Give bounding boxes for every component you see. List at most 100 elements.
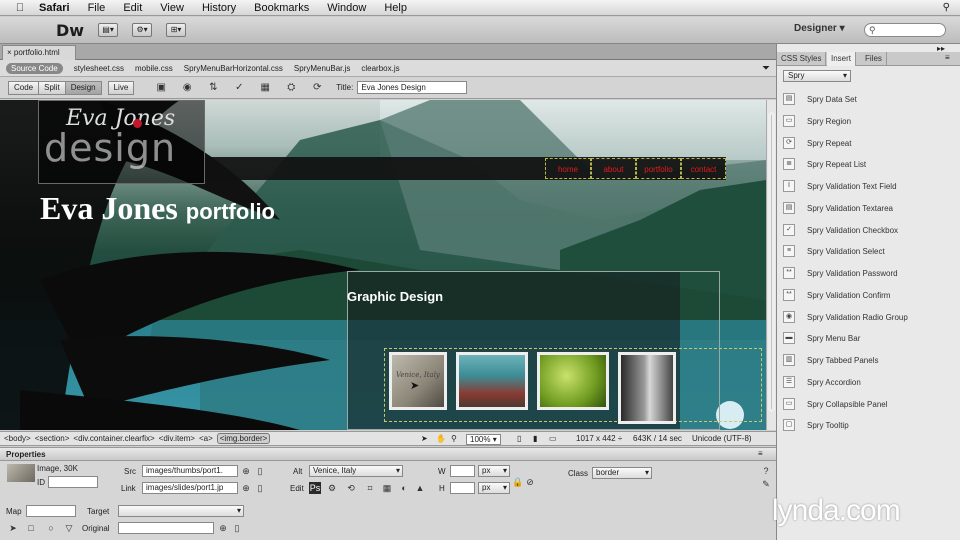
- w3c-validation-icon[interactable]: ✓: [230, 81, 248, 95]
- layout-menu-button[interactable]: ▤▾: [98, 23, 119, 37]
- insert-item-spry-menu-bar[interactable]: ▬ Spry Menu Bar: [783, 329, 955, 347]
- insert-item-spry-data-set[interactable]: ▤ Spry Data Set: [783, 90, 955, 108]
- site-menu-button[interactable]: ⊞▾: [166, 23, 187, 37]
- menu-history[interactable]: History: [193, 2, 245, 14]
- tablet-size-icon[interactable]: ▮: [533, 434, 537, 443]
- nav-portfolio[interactable]: portfolio: [636, 158, 681, 179]
- browse-link-icon[interactable]: ▯: [254, 482, 266, 494]
- insert-item-spry-validation-password[interactable]: ** Spry Validation Password: [783, 264, 955, 282]
- zoom-select[interactable]: 100% ▾: [466, 434, 501, 445]
- insert-category-select[interactable]: Spry: [783, 70, 851, 82]
- insert-item-spry-validation-checkbox[interactable]: ✓ Spry Validation Checkbox: [783, 221, 955, 239]
- insert-item-spry-repeat[interactable]: ⟳ Spry Repeat: [783, 134, 955, 152]
- point-to-original-icon[interactable]: ⊕: [217, 522, 229, 534]
- insert-item-spry-validation-text-field[interactable]: I Spry Validation Text Field: [783, 177, 955, 195]
- spotlight-icon[interactable]: ⚲: [943, 2, 950, 13]
- tag-a[interactable]: <a>: [199, 434, 213, 443]
- rect-hotspot-icon[interactable]: □: [25, 522, 37, 534]
- map-input[interactable]: [26, 505, 76, 517]
- browse-original-icon[interactable]: ▯: [231, 522, 243, 534]
- tag-section[interactable]: <section>: [35, 434, 70, 443]
- code-view-button[interactable]: Code: [8, 80, 40, 95]
- brightness-contrast-icon[interactable]: ◐: [398, 482, 410, 494]
- scrollbar-thumb[interactable]: [768, 112, 775, 412]
- lock-icon[interactable]: 🔒: [512, 476, 524, 488]
- tag-div-item[interactable]: <div.item>: [159, 434, 195, 443]
- menu-help[interactable]: Help: [375, 2, 416, 14]
- circle-hotspot-icon[interactable]: ○: [45, 522, 57, 534]
- resample-icon[interactable]: ▦: [381, 482, 393, 494]
- insert-item-spry-tabbed-panels[interactable]: ▥ Spry Tabbed Panels: [783, 351, 955, 369]
- menu-view[interactable]: View: [151, 2, 193, 14]
- src-input[interactable]: images/thumbs/port1.: [142, 465, 238, 477]
- panel-options-icon[interactable]: ≡: [945, 53, 950, 62]
- menu-file[interactable]: File: [79, 2, 115, 14]
- tag-img-border[interactable]: <img.border>: [216, 433, 271, 444]
- preview-browser-icon[interactable]: ◉: [178, 81, 196, 95]
- related-file-mobile[interactable]: mobile.css: [135, 64, 173, 73]
- document-title-input[interactable]: Eva Jones Design: [357, 81, 468, 94]
- width-input[interactable]: [450, 465, 475, 477]
- insert-item-spry-tooltip[interactable]: ▢ Spry Tooltip: [783, 416, 955, 434]
- desktop-size-icon[interactable]: ▭: [549, 434, 557, 443]
- insert-item-spry-validation-radio-group[interactable]: ◉ Spry Validation Radio Group: [783, 308, 955, 326]
- insert-item-spry-validation-textarea[interactable]: ▤ Spry Validation Textarea: [783, 199, 955, 217]
- visual-aids-icon[interactable]: ▦: [256, 81, 274, 95]
- zoom-tool-icon[interactable]: ⚲: [451, 434, 457, 443]
- related-file-source-code[interactable]: Source Code: [6, 62, 63, 74]
- close-icon[interactable]: ×: [7, 48, 12, 57]
- id-input[interactable]: [48, 476, 98, 488]
- filter-icon[interactable]: ⏷: [762, 63, 770, 74]
- thumbnail-boats[interactable]: [456, 352, 528, 410]
- mobile-size-icon[interactable]: ▯: [517, 434, 521, 443]
- insert-item-spry-validation-confirm[interactable]: ** Spry Validation Confirm: [783, 286, 955, 304]
- insert-item-spry-validation-select[interactable]: ≡ Spry Validation Select: [783, 242, 955, 260]
- apple-icon[interactable]: : [10, 2, 30, 14]
- live-view-button[interactable]: Live: [107, 80, 135, 95]
- height-input[interactable]: [450, 482, 475, 494]
- height-unit-select[interactable]: px: [478, 482, 510, 494]
- width-unit-select[interactable]: px: [478, 465, 510, 477]
- polygon-hotspot-icon[interactable]: ▽: [63, 522, 75, 534]
- point-to-file-icon[interactable]: ⊕: [240, 465, 252, 477]
- photoshop-edit-icon[interactable]: Ps: [309, 482, 321, 494]
- browser-compat-icon[interactable]: ⛭: [282, 81, 300, 95]
- browse-folder-icon[interactable]: ▯: [254, 465, 266, 477]
- related-file-stylesheet[interactable]: stylesheet.css: [74, 64, 124, 73]
- related-file-sprymenubar-css[interactable]: SpryMenuBarHorizontal.css: [184, 64, 283, 73]
- original-input[interactable]: [118, 522, 214, 534]
- tag-div-container[interactable]: <div.container.clearfix>: [73, 434, 154, 443]
- hand-tool-icon[interactable]: ✋: [436, 434, 446, 443]
- link-input[interactable]: images/slides/port1.jp: [142, 482, 238, 494]
- menu-edit[interactable]: Edit: [114, 2, 151, 14]
- menu-app-safari[interactable]: Safari: [30, 2, 79, 14]
- refresh-icon[interactable]: ⟳: [308, 81, 326, 95]
- tab-files[interactable]: Files: [861, 52, 887, 66]
- thumbnail-waterfall[interactable]: [618, 352, 676, 424]
- tab-css-styles[interactable]: CSS Styles: [777, 52, 827, 66]
- insert-item-spry-region[interactable]: ▭ Spry Region: [783, 112, 955, 130]
- extend-menu-button[interactable]: ⚙▾: [132, 23, 153, 37]
- insert-item-spry-repeat-list[interactable]: ≣ Spry Repeat List: [783, 155, 955, 173]
- panel-menu-icon[interactable]: ≡: [758, 449, 763, 458]
- help-search-input[interactable]: ⚲: [864, 23, 946, 37]
- nav-about[interactable]: about: [591, 158, 636, 179]
- design-view-button[interactable]: Design: [65, 80, 102, 95]
- window-size[interactable]: 1017 x 442 ÷: [576, 434, 622, 443]
- update-from-original-icon[interactable]: ⟲: [345, 482, 357, 494]
- point-to-link-icon[interactable]: ⊕: [240, 482, 252, 494]
- thumbnail-leaves[interactable]: [537, 352, 609, 410]
- sharpen-icon[interactable]: ▲: [414, 482, 426, 494]
- multiscreen-icon[interactable]: ▣: [152, 81, 170, 95]
- file-management-icon[interactable]: ⇅: [204, 81, 222, 95]
- target-select[interactable]: [118, 505, 244, 517]
- design-view-canvas[interactable]: home about portfolio contact Eva Jones d…: [0, 100, 766, 430]
- pointer-hotspot-icon[interactable]: ➤: [7, 522, 19, 534]
- properties-header[interactable]: Properties: [0, 448, 776, 461]
- nav-home[interactable]: home: [545, 158, 591, 179]
- thumbnail-venice[interactable]: Venice, Italy ➤: [389, 352, 447, 410]
- tab-portfolio-html[interactable]: × portfolio.html: [2, 45, 76, 60]
- design-vertical-scrollbar[interactable]: [766, 100, 776, 430]
- insert-item-spry-accordion[interactable]: ☰ Spry Accordion: [783, 373, 955, 391]
- menu-window[interactable]: Window: [318, 2, 375, 14]
